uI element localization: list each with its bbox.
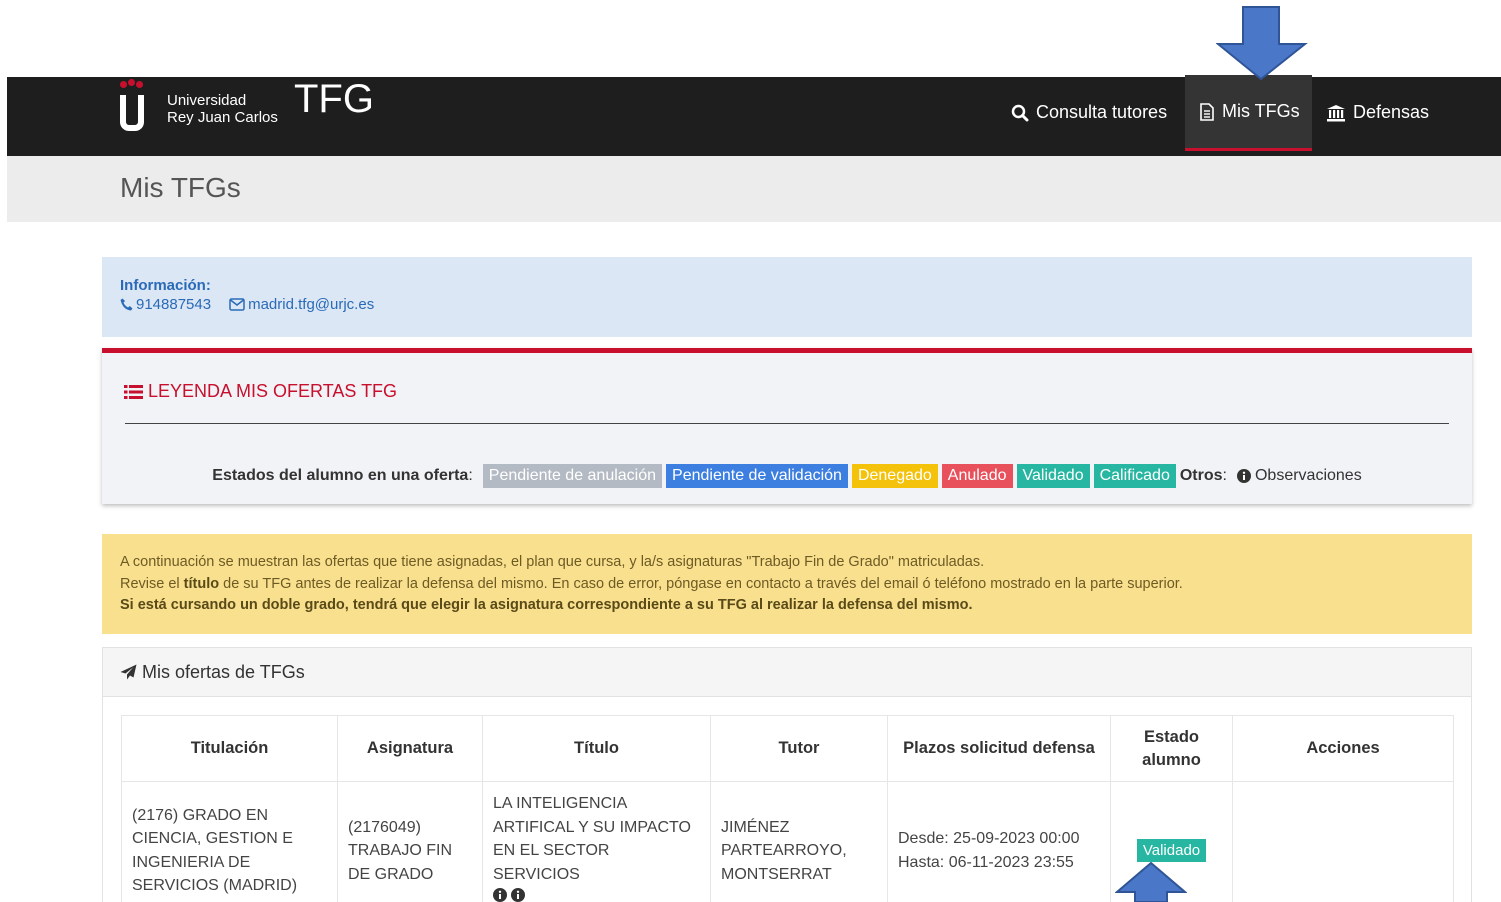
legend-divider xyxy=(125,423,1449,424)
app-title: TFG xyxy=(294,77,374,121)
page-title: Mis TFGs xyxy=(120,172,241,203)
email-link[interactable]: madrid.tfg@urjc.es xyxy=(229,296,374,313)
others-label: Otros xyxy=(1179,467,1223,484)
phone-icon xyxy=(120,298,133,311)
cell-plazos: Desde: 25-09-2023 00:00 Hasta: 06-11-202… xyxy=(887,781,1111,902)
nav-mis-tfgs[interactable]: Mis TFGs xyxy=(1185,75,1312,151)
info-circle-icon[interactable] xyxy=(511,888,526,902)
col-asignatura: Asignatura xyxy=(337,715,483,782)
legend-states-row: Estados del alumno en una oferta: Pendie… xyxy=(102,464,1472,488)
badge-anulado: Anulado xyxy=(941,464,1013,488)
nav-consulta-tutores[interactable]: Consulta tutores xyxy=(997,75,1181,150)
legend-panel: LEYENDA MIS OFERTAS TFG Estados del alum… xyxy=(102,348,1472,504)
paper-plane-icon xyxy=(120,664,137,680)
notice-box: A continuación se muestran las ofertas q… xyxy=(102,534,1472,634)
col-acciones: Acciones xyxy=(1232,715,1454,782)
cell-titulo: LA INTELIGENCIA ARTIFICAL Y SU IMPACTO E… xyxy=(482,781,711,902)
badge-calificado: Calificado xyxy=(1093,464,1176,488)
table-row: (2176) GRADO EN CIENCIA, GESTION E INGEN… xyxy=(121,781,1454,902)
status-badge: Validado xyxy=(1136,839,1207,862)
info-box: Información: 914887543 madrid.tfg@urjc.e… xyxy=(102,257,1472,337)
university-name: Universidad Rey Juan Carlos xyxy=(167,92,278,126)
list-icon xyxy=(124,384,143,399)
badge-pendiente-validacion: Pendiente de validación xyxy=(666,464,848,488)
offers-table: Titulación Asignatura Título Tutor Plazo… xyxy=(121,715,1454,902)
states-label: Estados del alumno en una oferta xyxy=(212,467,469,484)
badge-validado: Validado xyxy=(1016,464,1090,488)
top-navbar: Universidad Rey Juan Carlos TFG Consulta… xyxy=(7,75,1501,156)
nav-defensas[interactable]: Defensas xyxy=(1312,75,1443,150)
table-header-row: Titulación Asignatura Título Tutor Plazo… xyxy=(121,715,1454,782)
badge-denegado: Denegado xyxy=(851,464,938,488)
urjc-u-icon xyxy=(119,79,145,131)
arrow-up-annotation-icon xyxy=(1115,862,1187,902)
document-icon xyxy=(1199,102,1215,121)
notice-line-2: Revise el título de su TFG antes de real… xyxy=(120,575,1183,592)
cell-asignatura: (2176049) TRABAJO FIN DE GRADO xyxy=(337,781,483,902)
offers-panel-header: Mis ofertas de TFGs xyxy=(103,648,1471,697)
notice-line-3: Si está cursando un doble grado, tendrá … xyxy=(120,597,973,613)
cell-titulacion: (2176) GRADO EN CIENCIA, GESTION E INGEN… xyxy=(121,781,338,902)
col-titulacion: Titulación xyxy=(121,715,338,782)
offers-panel: Mis ofertas de TFGs Titulación Asignatur… xyxy=(102,647,1472,902)
search-icon xyxy=(1011,104,1029,122)
bank-icon xyxy=(1326,104,1346,122)
col-plazos: Plazos solicitud defensa xyxy=(887,715,1111,782)
cell-acciones xyxy=(1232,781,1454,902)
cell-tutor: JIMÉNEZ PARTEARROYO, MONTSERRAT xyxy=(710,781,888,902)
envelope-icon xyxy=(229,298,245,311)
badge-pendiente-anulacion: Pendiente de anulación xyxy=(482,464,663,488)
phone-link[interactable]: 914887543 xyxy=(120,296,211,313)
info-label: Información: xyxy=(120,277,211,294)
info-circle-icon[interactable] xyxy=(493,888,507,902)
col-titulo: Título xyxy=(482,715,711,782)
info-circle-icon xyxy=(1236,469,1251,483)
page-header: Mis TFGs xyxy=(7,156,1501,222)
observations-legend: Observaciones xyxy=(1236,467,1362,485)
legend-title: LEYENDA MIS OFERTAS TFG xyxy=(124,381,397,402)
col-tutor: Tutor xyxy=(710,715,888,782)
arrow-down-annotation-icon xyxy=(1216,6,1308,80)
notice-line-1: A continuación se muestran las ofertas q… xyxy=(120,554,985,570)
col-estado: Estado alumno xyxy=(1110,715,1233,782)
